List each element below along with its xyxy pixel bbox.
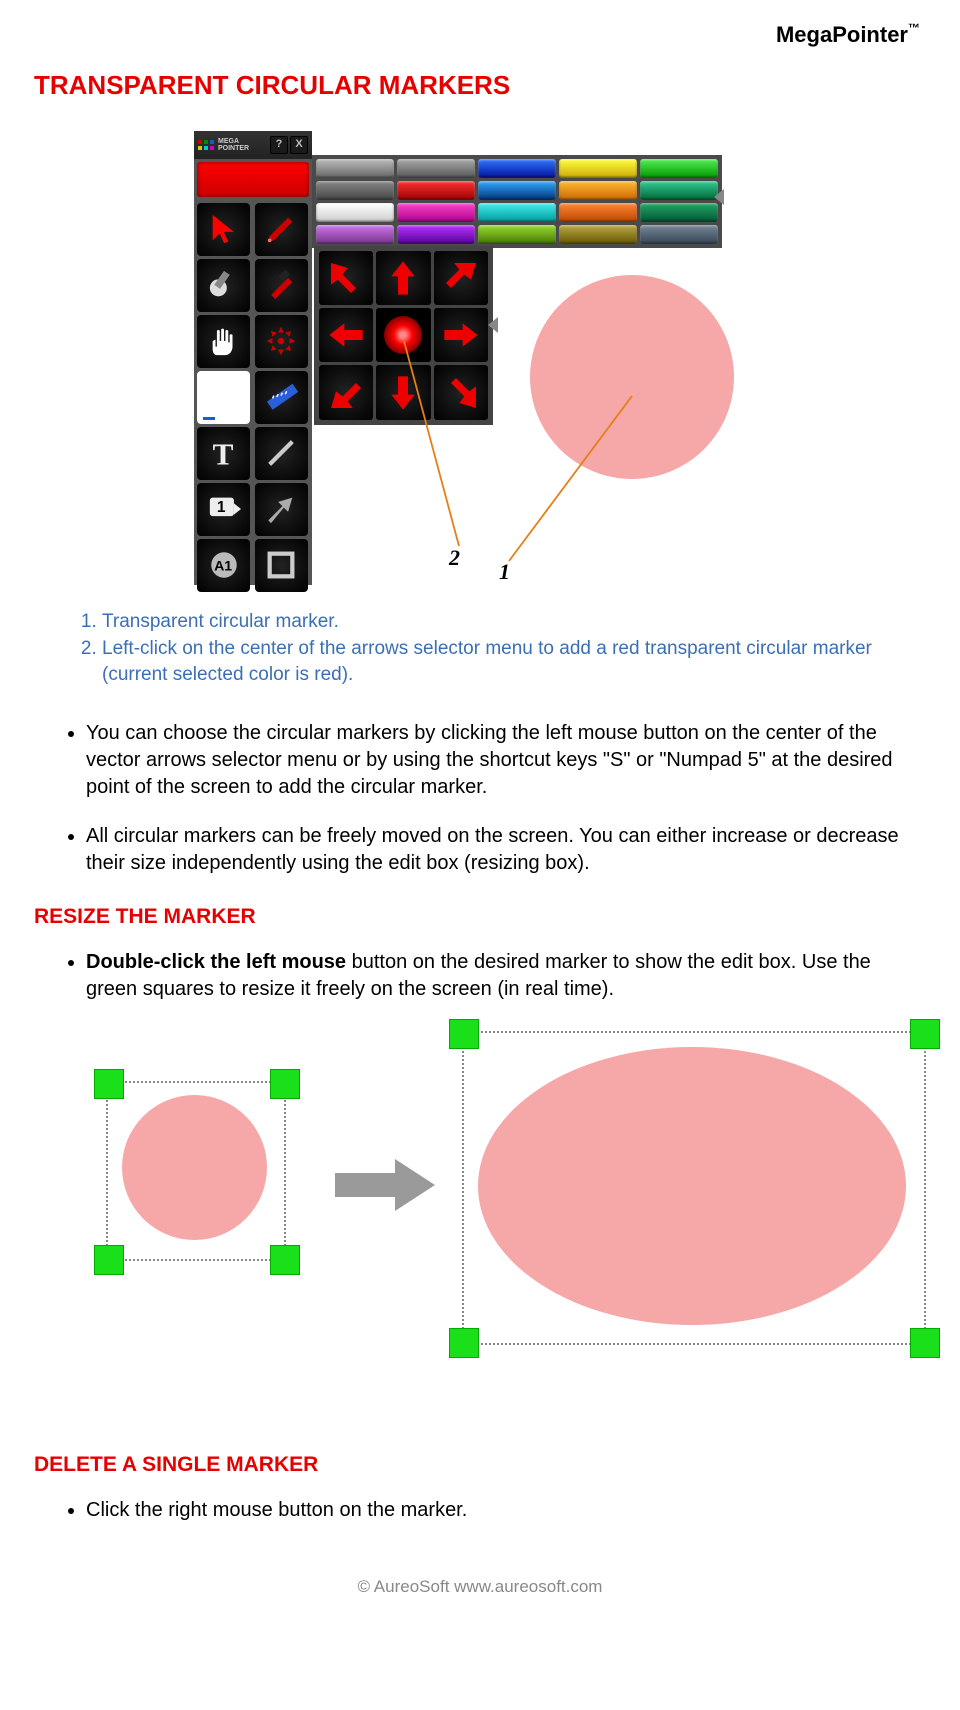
figure-toolbar: MEGAPOINTER ? X T 1 A1 — [194, 131, 754, 585]
resize-handle[interactable] — [94, 1245, 124, 1275]
brand-label: MegaPointer™ — [34, 20, 926, 50]
bullet-choose-marker: You can choose the circular markers by c… — [86, 720, 916, 801]
resize-instruction: Double-click the left mouse button on th… — [86, 949, 916, 1003]
delete-instruction: Click the right mouse button on the mark… — [86, 1497, 916, 1524]
figure-resize — [64, 1025, 926, 1425]
callout-number-2: 2 — [449, 543, 460, 573]
resize-handle[interactable] — [449, 1019, 479, 1049]
callout-number-1: 1 — [499, 557, 510, 587]
page-footer: © AureoSoft www.aureosoft.com — [0, 1576, 960, 1609]
resize-handle[interactable] — [270, 1245, 300, 1275]
transition-arrow-icon — [330, 1155, 440, 1215]
delete-heading: DELETE A SINGLE MARKER — [34, 1451, 926, 1479]
legend-item-2: Left-click on the center of the arrows s… — [102, 636, 926, 687]
resize-handle[interactable] — [910, 1019, 940, 1049]
callout-lines — [194, 131, 754, 585]
figure-legend: Transparent circular marker. Left-click … — [74, 609, 926, 688]
marker-large — [478, 1047, 906, 1325]
resize-handle[interactable] — [94, 1069, 124, 1099]
resize-heading: RESIZE THE MARKER — [34, 903, 926, 931]
bullet-move-marker: All circular markers can be freely moved… — [86, 823, 916, 877]
resize-handle[interactable] — [449, 1328, 479, 1358]
resize-handle[interactable] — [270, 1069, 300, 1099]
legend-item-1: Transparent circular marker. — [102, 609, 926, 635]
marker-small — [122, 1095, 267, 1240]
resize-handle[interactable] — [910, 1328, 940, 1358]
page-title: TRANSPARENT CIRCULAR MARKERS — [34, 68, 926, 103]
